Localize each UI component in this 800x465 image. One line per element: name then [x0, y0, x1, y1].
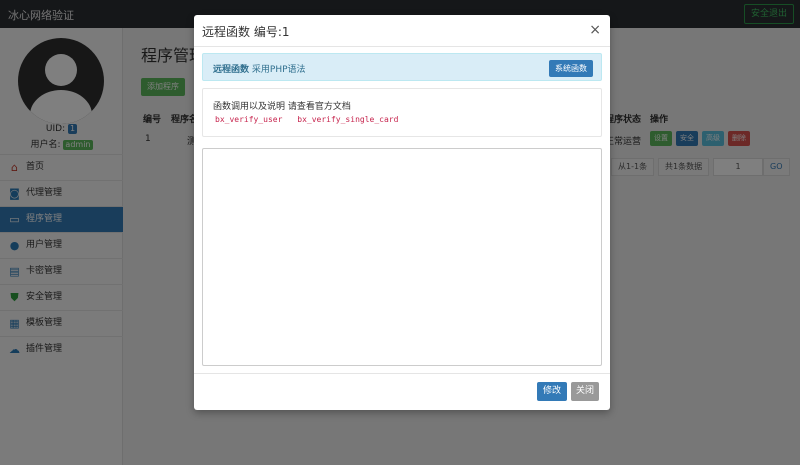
modal-title: 远程函数 编号:1 [202, 25, 290, 39]
system-functions-button[interactable]: 系统函数 [549, 60, 593, 77]
modal-footer: 修改 关闭 [194, 373, 610, 410]
remote-function-modal: 远程函数 编号:1 × 远程函数 采用PHP语法 系统函数 函数调用以及说明 请… [194, 15, 610, 410]
doc-text: 函数调用以及说明 请查看官方文档 [213, 102, 351, 112]
edit-button[interactable]: 修改 [537, 382, 568, 401]
info-text: 远程函数 采用PHP语法 [213, 62, 306, 75]
info-alert: 远程函数 采用PHP语法 系统函数 [202, 53, 602, 81]
function-list: bx_verify_user bx_verify_single_card [215, 115, 408, 124]
function-name: bx_verify_single_card [297, 115, 399, 124]
doc-panel: 函数调用以及说明 请查看官方文档 bx_verify_user bx_verif… [202, 88, 602, 137]
close-button[interactable]: 关闭 [571, 382, 600, 401]
info-desc: 采用PHP语法 [251, 65, 306, 75]
function-name: bx_verify_user [215, 115, 283, 124]
close-icon[interactable]: × [589, 22, 601, 38]
info-bold: 远程函数 [213, 65, 250, 75]
code-editor[interactable] [202, 148, 602, 366]
modal-header: 远程函数 编号:1 × [194, 15, 610, 47]
